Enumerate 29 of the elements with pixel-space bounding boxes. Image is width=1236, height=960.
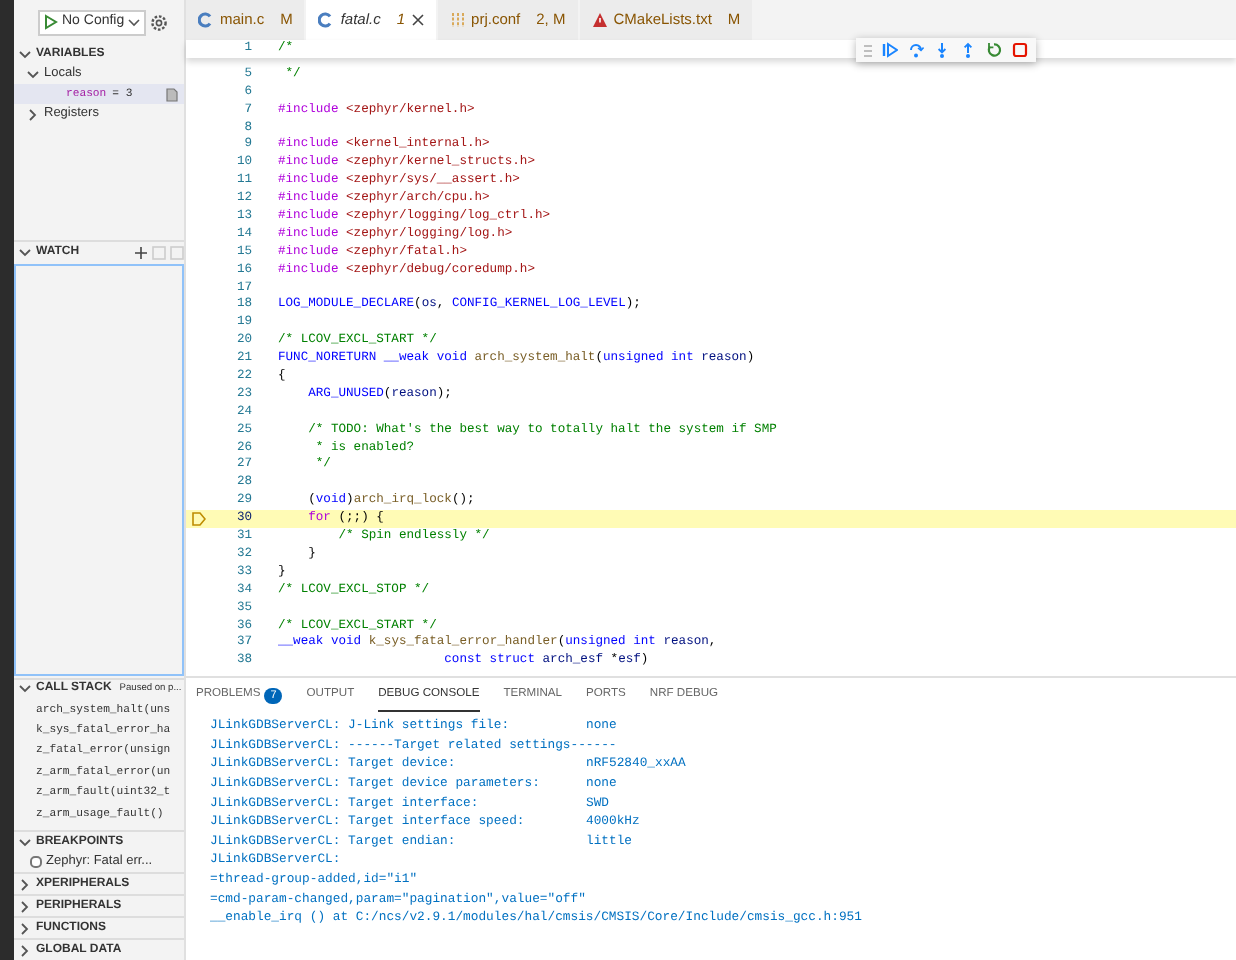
- chevron-right-icon[interactable]: [18, 943, 32, 957]
- settings-icon[interactable]: [150, 13, 169, 31]
- add-icon[interactable]: [134, 245, 148, 259]
- breakpoint-checkbox[interactable]: [30, 856, 42, 868]
- continue-icon[interactable]: [882, 42, 898, 58]
- restart-icon[interactable]: [986, 42, 1002, 58]
- play-icon: [44, 14, 58, 30]
- chevron-down-icon[interactable]: [18, 47, 32, 61]
- chevron-down-icon[interactable]: [18, 682, 32, 697]
- file-icon[interactable]: [166, 87, 178, 101]
- c-file-icon: [318, 12, 335, 28]
- drag-handle-icon[interactable]: [864, 43, 872, 57]
- chevron-down-icon: [128, 17, 141, 27]
- chevron-right-icon[interactable]: [18, 921, 32, 935]
- step-out-icon[interactable]: [960, 42, 976, 58]
- step-into-icon[interactable]: [934, 42, 950, 58]
- chevron-down-icon[interactable]: [26, 67, 40, 81]
- chevron-down-icon[interactable]: [18, 835, 32, 849]
- chevron-right-icon[interactable]: [26, 107, 40, 121]
- warning-icon: [591, 12, 608, 28]
- c-file-icon: [198, 12, 214, 28]
- step-over-icon[interactable]: [908, 42, 924, 58]
- close-icon[interactable]: [411, 14, 424, 26]
- stop-icon[interactable]: [1012, 42, 1028, 58]
- settings-file-icon: [449, 12, 466, 28]
- chevron-right-icon[interactable]: [18, 899, 32, 913]
- chevron-down-icon[interactable]: [18, 245, 32, 259]
- chevron-right-icon[interactable]: [18, 877, 32, 891]
- current-line-arrow-icon: [192, 512, 206, 527]
